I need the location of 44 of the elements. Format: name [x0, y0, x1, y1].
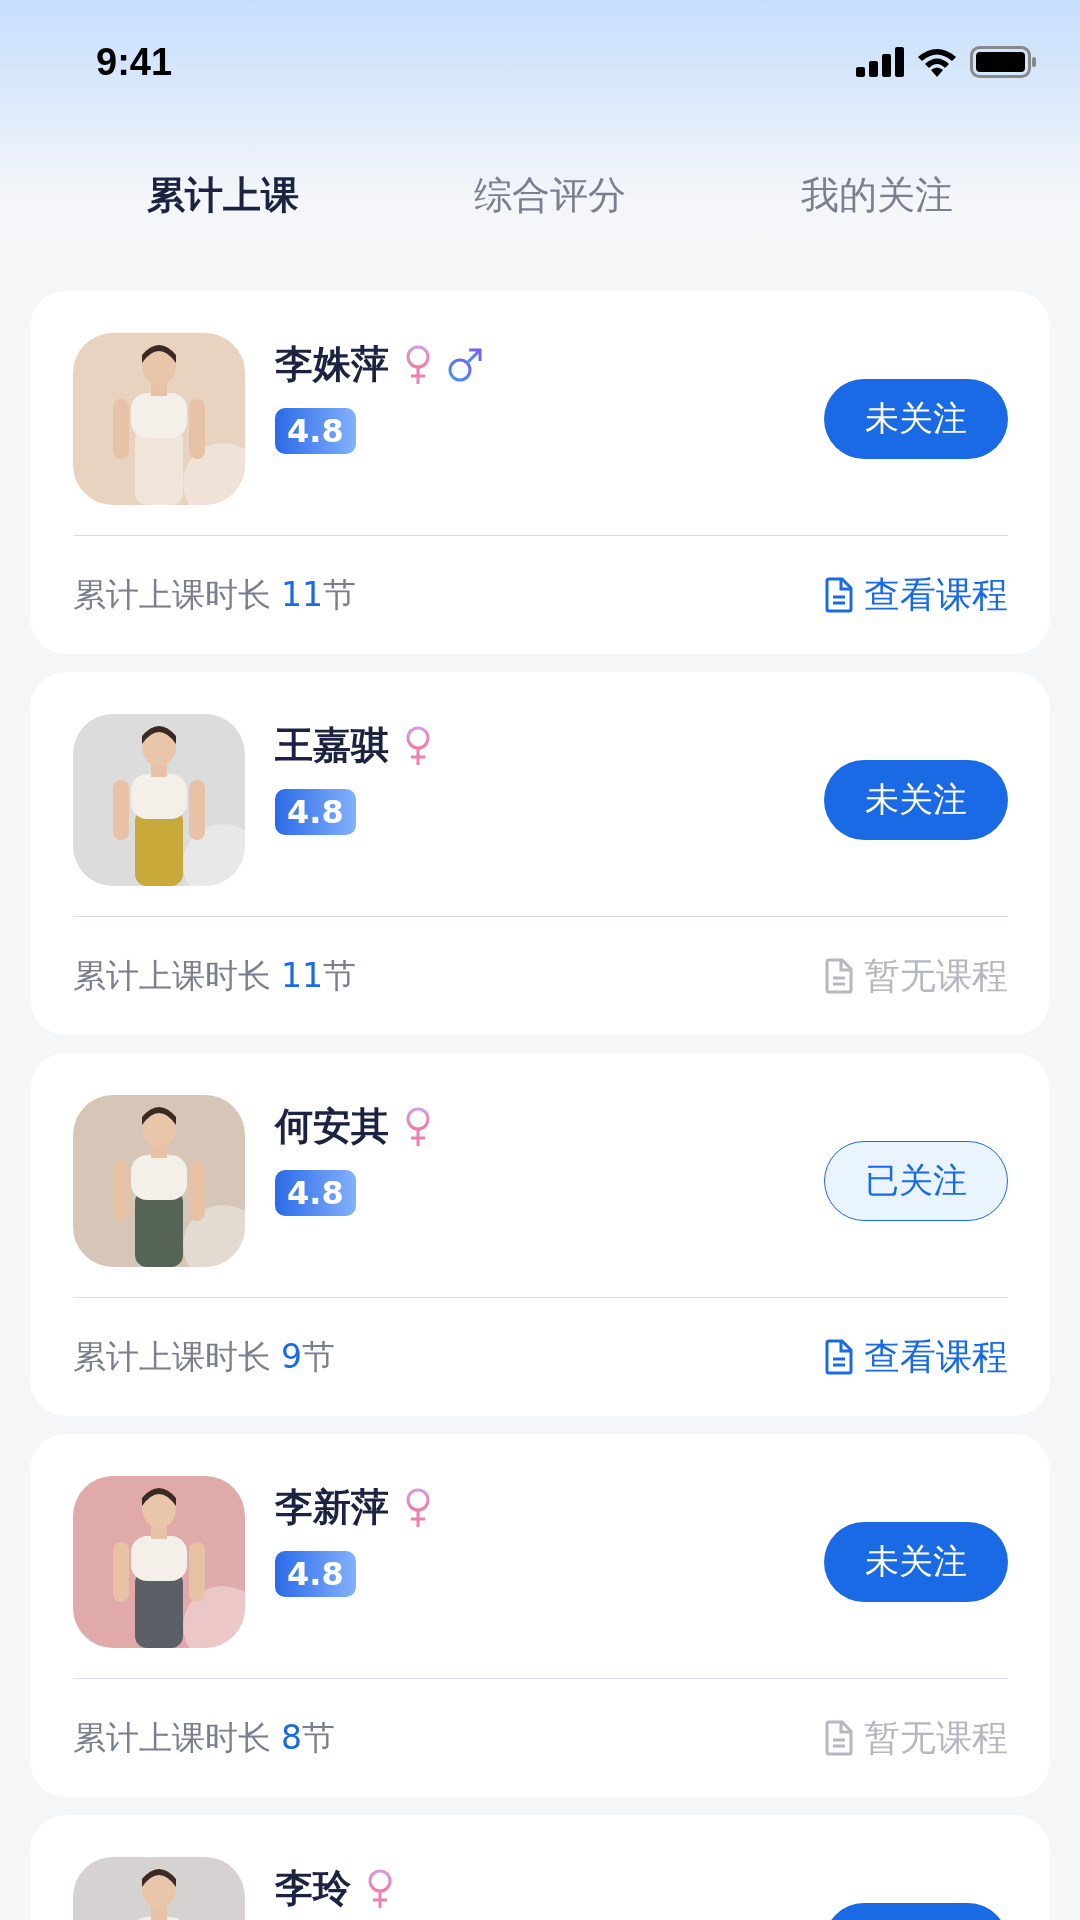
lessons-label: 累计上课时长 — [73, 573, 271, 616]
document-icon — [824, 1720, 854, 1756]
tab[interactable]: 累计上课 — [147, 170, 300, 221]
follow-button[interactable]: 未关注 — [824, 1522, 1008, 1602]
follow-button[interactable]: 未关注 — [824, 760, 1008, 840]
lessons-unit: 节 — [323, 954, 356, 997]
follow-button[interactable]: 未关注 — [824, 379, 1008, 459]
course-link[interactable]: 查看课程 — [824, 570, 1008, 620]
lessons-label: 累计上课时长 — [73, 1716, 271, 1759]
lessons-count: 9 — [281, 1336, 302, 1376]
lessons-count: 11 — [281, 574, 323, 614]
document-icon — [824, 1339, 854, 1375]
lessons-label: 累计上课时长 — [73, 1335, 271, 1378]
document-icon — [824, 577, 854, 613]
tab[interactable]: 我的关注 — [800, 170, 953, 221]
coach-name: 何安其 — [275, 1103, 389, 1150]
coach-name: 李新萍 — [275, 1484, 389, 1531]
document-icon — [824, 958, 854, 994]
coach-name: 李玲 — [275, 1865, 351, 1912]
battery-icon — [970, 46, 1036, 78]
male-icon — [447, 346, 483, 383]
lessons-label: 累计上课时长 — [73, 954, 271, 997]
lessons-unit: 节 — [302, 1716, 335, 1759]
female-icon — [405, 725, 431, 766]
status-time: 9:41 — [96, 40, 173, 84]
follow-button[interactable]: 已关注 — [824, 1141, 1008, 1221]
lessons-count: 8 — [281, 1717, 302, 1757]
course-link[interactable]: 查看课程 — [824, 1332, 1008, 1382]
female-icon — [367, 1868, 393, 1909]
rating-badge: 4.8 — [275, 789, 356, 835]
lessons-unit: 节 — [302, 1335, 335, 1378]
coach-name: 王嘉骐 — [275, 722, 389, 769]
female-icon — [405, 1106, 431, 1147]
female-icon — [405, 1487, 431, 1528]
rating-badge: 4.8 — [275, 408, 356, 454]
wifi-icon — [916, 47, 958, 77]
coach-name: 李姝萍 — [275, 341, 389, 388]
tab[interactable]: 综合评分 — [474, 170, 626, 221]
female-icon — [405, 344, 431, 385]
rating-badge: 4.8 — [275, 1170, 356, 1216]
signal-icon — [856, 47, 904, 77]
lessons-unit: 节 — [323, 573, 356, 616]
rating-badge: 4.8 — [275, 1551, 356, 1597]
lessons-count: 11 — [281, 955, 323, 995]
